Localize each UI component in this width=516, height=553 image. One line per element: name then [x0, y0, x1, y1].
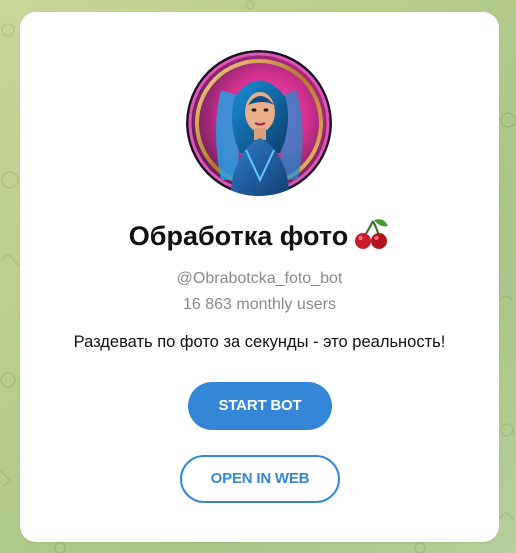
monthly-users-count: 16 863 monthly users [183, 296, 336, 313]
bot-username: @Obrabotcka_foto_bot [176, 270, 343, 287]
bot-info-card: Обработка фото @Obrabotcka_foto_bot 16 8… [20, 12, 499, 542]
bot-title: Обработка фото [20, 217, 499, 252]
bot-description: Раздевать по фото за секунды - это реаль… [73, 333, 446, 351]
cherries-icon [354, 217, 390, 251]
open-in-web-button[interactable]: OPEN IN WEB [180, 455, 340, 503]
start-bot-button[interactable]: START BOT [188, 382, 332, 430]
bot-avatar [186, 50, 332, 196]
bot-title-text: Обработка фото [128, 221, 349, 251]
